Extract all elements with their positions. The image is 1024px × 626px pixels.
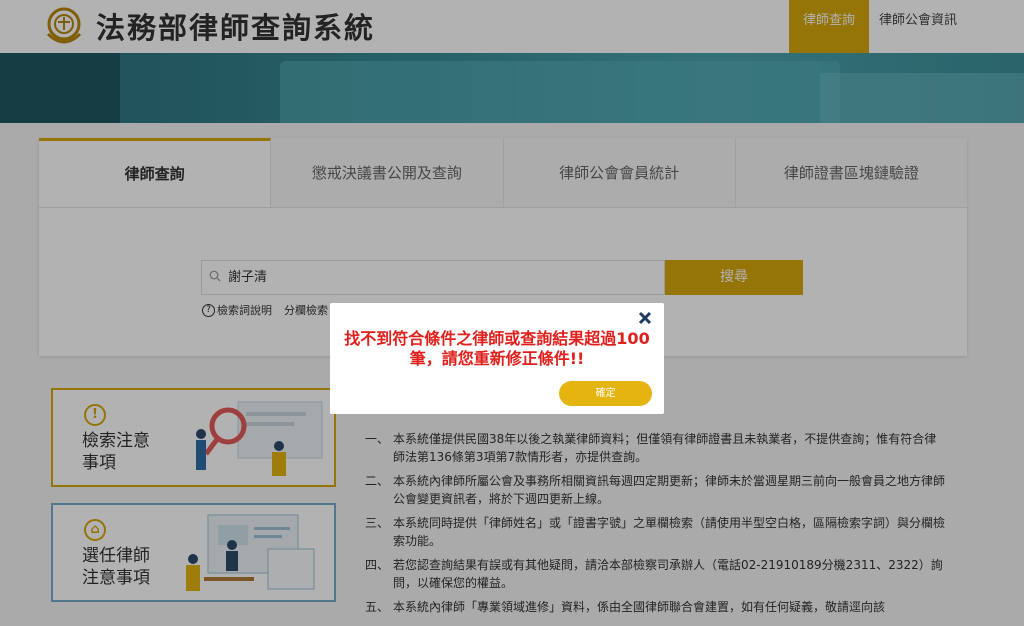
confirm-button[interactable]: 確定 <box>559 381 652 406</box>
alert-message: 找不到符合條件之律師或查詢結果超過100筆，請您重新修正條件!! <box>344 329 650 368</box>
alert-dialog: 找不到符合條件之律師或查詢結果超過100筆，請您重新修正條件!! 確定 <box>330 303 664 414</box>
close-icon[interactable] <box>636 309 654 327</box>
